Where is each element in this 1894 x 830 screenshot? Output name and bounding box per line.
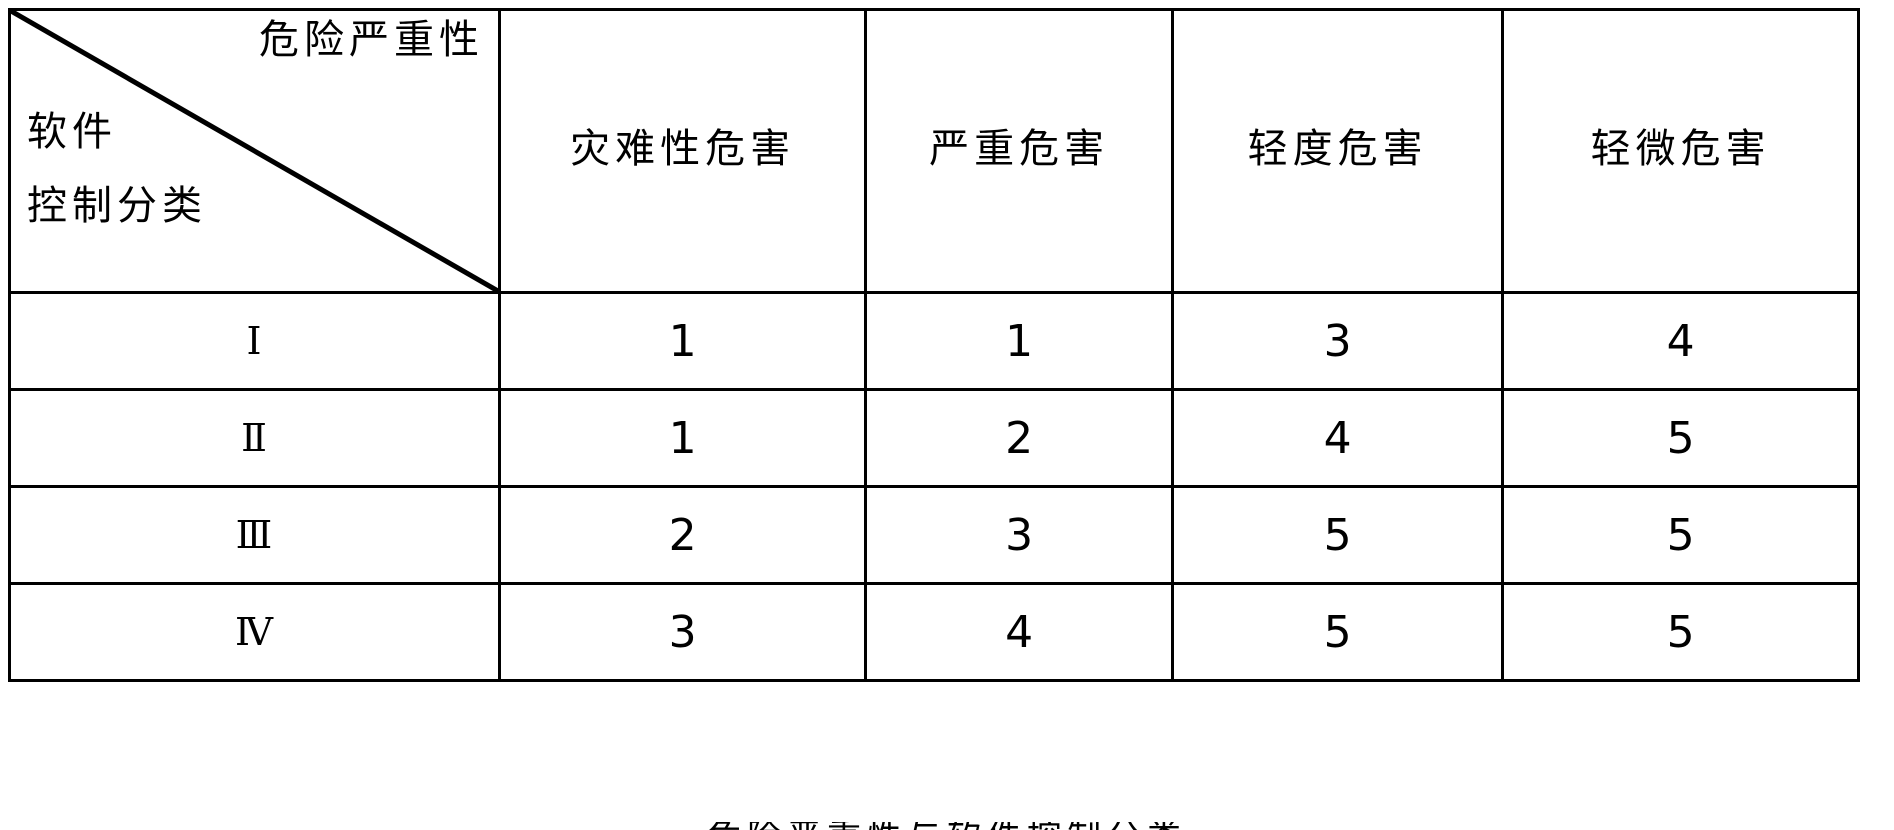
column-axis-label: 危险严重性 — [258, 17, 484, 63]
table-cell: 1 — [497, 291, 868, 391]
cell-value: 2 — [1005, 412, 1034, 464]
table-cell: 3 — [1171, 291, 1505, 391]
table-row: Ⅲ 2 3 5 5 — [8, 485, 1860, 585]
cell-value: 4 — [1666, 315, 1695, 367]
cell-value: 5 — [1666, 606, 1695, 658]
row-label-cell: Ⅳ — [8, 582, 501, 682]
risk-matrix-table: 危险严重性 软件 控制分类 灾难性危害 严重危害 轻度危害 轻微危害 Ⅰ 1 1… — [8, 8, 1860, 682]
table-cell: 4 — [864, 582, 1175, 682]
column-header-critical: 严重危害 — [864, 8, 1175, 294]
row-label-cell: Ⅱ — [8, 388, 501, 488]
cell-value: 2 — [668, 509, 697, 561]
cell-value: 3 — [1323, 315, 1352, 367]
cell-value: 5 — [1323, 509, 1352, 561]
table-cell: 3 — [864, 485, 1175, 585]
table-cell: 4 — [1501, 291, 1860, 391]
table-row: Ⅱ 1 2 4 5 — [8, 388, 1860, 488]
table-caption-clipped: 危险严重性与软件控制分类 — [0, 822, 1894, 830]
column-header-label: 灾难性危害 — [570, 126, 796, 172]
table-cell: 5 — [1171, 582, 1505, 682]
cell-value: 1 — [668, 412, 697, 464]
row-axis-label-line2: 控制分类 — [27, 183, 207, 229]
column-header-label: 轻度危害 — [1247, 126, 1428, 172]
cell-value: 5 — [1666, 412, 1695, 464]
row-label: Ⅱ — [241, 416, 268, 460]
column-header-catastrophic: 灾难性危害 — [497, 8, 868, 294]
table-cell: 1 — [864, 291, 1175, 391]
cell-value: 1 — [668, 315, 697, 367]
cell-value: 4 — [1323, 412, 1352, 464]
column-header-label: 轻微危害 — [1590, 126, 1771, 172]
table-cell: 5 — [1501, 582, 1860, 682]
caption-text: 危险严重性与软件控制分类 — [0, 822, 1894, 830]
cell-value: 3 — [668, 606, 697, 658]
table-cell: 2 — [497, 485, 868, 585]
cell-value: 5 — [1666, 509, 1695, 561]
cell-value: 5 — [1323, 606, 1352, 658]
document-page: 危险严重性 软件 控制分类 灾难性危害 严重危害 轻度危害 轻微危害 Ⅰ 1 1… — [0, 0, 1894, 830]
row-label: Ⅲ — [235, 513, 274, 557]
column-header-minor: 轻微危害 — [1501, 8, 1860, 294]
cell-value: 4 — [1005, 606, 1034, 658]
cell-value: 3 — [1005, 509, 1034, 561]
row-axis-label-line1: 软件 — [27, 109, 117, 155]
table-row: Ⅰ 1 1 3 4 — [8, 291, 1860, 391]
column-header-label: 严重危害 — [929, 126, 1110, 172]
cell-value: 1 — [1005, 315, 1034, 367]
table-cell: 1 — [497, 388, 868, 488]
table-cell: 3 — [497, 582, 868, 682]
corner-header-cell: 危险严重性 软件 控制分类 — [8, 8, 501, 294]
row-label-cell: Ⅰ — [8, 291, 501, 391]
row-label: Ⅰ — [246, 319, 263, 363]
column-header-moderate: 轻度危害 — [1171, 8, 1505, 294]
table-cell: 5 — [1501, 485, 1860, 585]
row-axis-label: 软件 控制分类 — [27, 109, 207, 229]
row-label: Ⅳ — [234, 610, 274, 654]
table-cell: 4 — [1171, 388, 1505, 488]
table-header-row: 危险严重性 软件 控制分类 灾难性危害 严重危害 轻度危害 轻微危害 — [8, 8, 1860, 294]
table-cell: 2 — [864, 388, 1175, 488]
table-cell: 5 — [1501, 388, 1860, 488]
corner-header-inner: 危险严重性 软件 控制分类 — [11, 11, 498, 291]
table-cell: 5 — [1171, 485, 1505, 585]
table-row: Ⅳ 3 4 5 5 — [8, 582, 1860, 682]
row-label-cell: Ⅲ — [8, 485, 501, 585]
